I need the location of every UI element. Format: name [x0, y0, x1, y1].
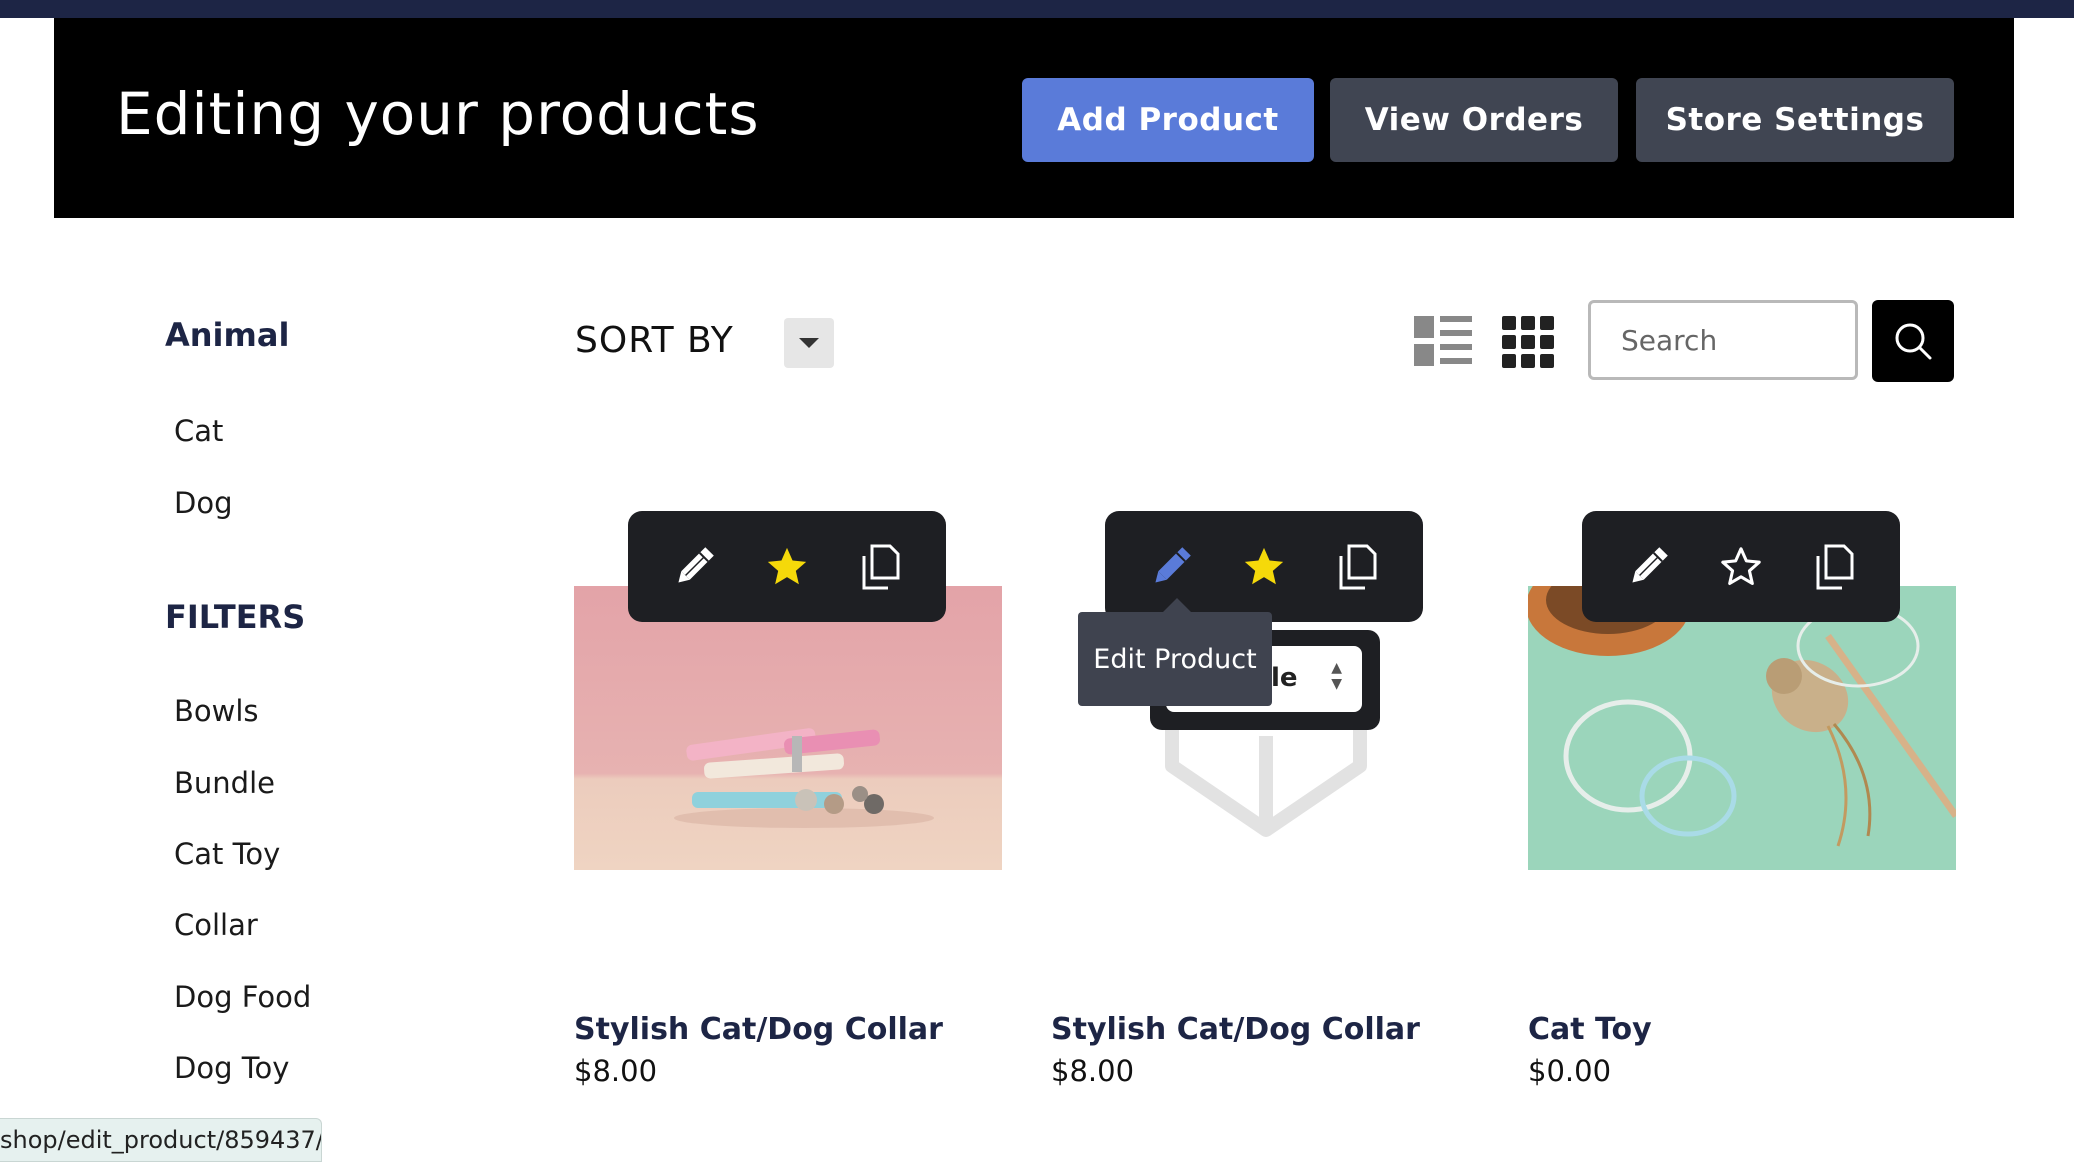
- star-icon: [1244, 547, 1284, 584]
- filter-item-dog-toy[interactable]: Dog Toy: [174, 1051, 289, 1085]
- filter-item-dog-food[interactable]: Dog Food: [174, 980, 311, 1014]
- feature-product-button-3[interactable]: [1713, 539, 1769, 595]
- animal-item-cat[interactable]: Cat: [174, 414, 223, 448]
- product-actions-2: [1105, 511, 1423, 622]
- grid-view-icon: [1502, 316, 1554, 368]
- product-price-3: $0.00: [1528, 1054, 1612, 1088]
- sort-by-label: SORT BY: [575, 320, 734, 361]
- add-product-button[interactable]: Add Product: [1022, 78, 1314, 162]
- search-input[interactable]: [1588, 300, 1858, 380]
- product-image-cat-toy[interactable]: [1528, 586, 1956, 870]
- pencil-icon: [677, 546, 714, 583]
- product-price-2: $8.00: [1051, 1054, 1135, 1088]
- browser-status-url: shop/edit_product/859437/: [0, 1118, 322, 1162]
- pencil-icon: [1154, 546, 1191, 583]
- filter-item-collar[interactable]: Collar: [174, 908, 258, 942]
- filter-item-bundle[interactable]: Bundle: [174, 766, 275, 800]
- edit-product-button-1[interactable]: [666, 539, 722, 595]
- view-orders-button[interactable]: View Orders: [1330, 78, 1618, 162]
- list-view-toggle[interactable]: [1414, 316, 1472, 368]
- product-actions-1: [628, 511, 946, 622]
- select-arrows-icon: ▲ ▼: [1331, 660, 1342, 692]
- page-title: Editing your products: [116, 80, 760, 148]
- filter-item-bowls[interactable]: Bowls: [174, 694, 259, 728]
- copy-icon: [1816, 544, 1853, 589]
- copy-icon: [862, 544, 899, 589]
- top-strip: [0, 0, 2074, 18]
- animal-item-dog[interactable]: Dog: [174, 486, 232, 520]
- copy-icon: [1339, 544, 1376, 589]
- sort-dropdown[interactable]: [784, 318, 834, 368]
- edit-product-button-2[interactable]: [1143, 539, 1199, 595]
- duplicate-product-button-1[interactable]: [853, 539, 909, 595]
- feature-product-button-1[interactable]: [759, 539, 815, 595]
- pencil-icon: [1631, 546, 1668, 583]
- product-image-collar[interactable]: [574, 586, 1002, 870]
- duplicate-product-button-2[interactable]: [1330, 539, 1386, 595]
- product-price-1: $8.00: [574, 1054, 658, 1088]
- edit-product-tooltip: Edit Product: [1078, 612, 1272, 706]
- caret-down-icon: [799, 338, 819, 348]
- duplicate-product-button-3[interactable]: [1807, 539, 1863, 595]
- status-url-text: shop/edit_product/859437/: [0, 1126, 322, 1154]
- search-button[interactable]: [1872, 300, 1954, 382]
- list-view-icon: [1414, 316, 1472, 366]
- filter-item-cat-toy[interactable]: Cat Toy: [174, 837, 280, 871]
- feature-product-button-2[interactable]: [1236, 539, 1292, 595]
- search-icon: [1895, 323, 1932, 360]
- tooltip-arrow: [1163, 598, 1191, 612]
- visibility-select-value: le: [1271, 663, 1298, 693]
- edit-product-button-3[interactable]: [1620, 539, 1676, 595]
- product-name-3[interactable]: Cat Toy: [1528, 1012, 1652, 1047]
- product-name-2[interactable]: Stylish Cat/Dog Collar: [1051, 1012, 1420, 1047]
- animal-heading: Animal: [165, 316, 290, 354]
- filters-heading: FILTERS: [165, 598, 306, 636]
- product-name-1[interactable]: Stylish Cat/Dog Collar: [574, 1012, 943, 1047]
- grid-view-toggle[interactable]: [1502, 316, 1554, 368]
- star-icon: [767, 547, 807, 584]
- store-settings-button[interactable]: Store Settings: [1636, 78, 1954, 162]
- product-actions-3: [1582, 511, 1900, 622]
- star-outline-icon: [1721, 546, 1761, 585]
